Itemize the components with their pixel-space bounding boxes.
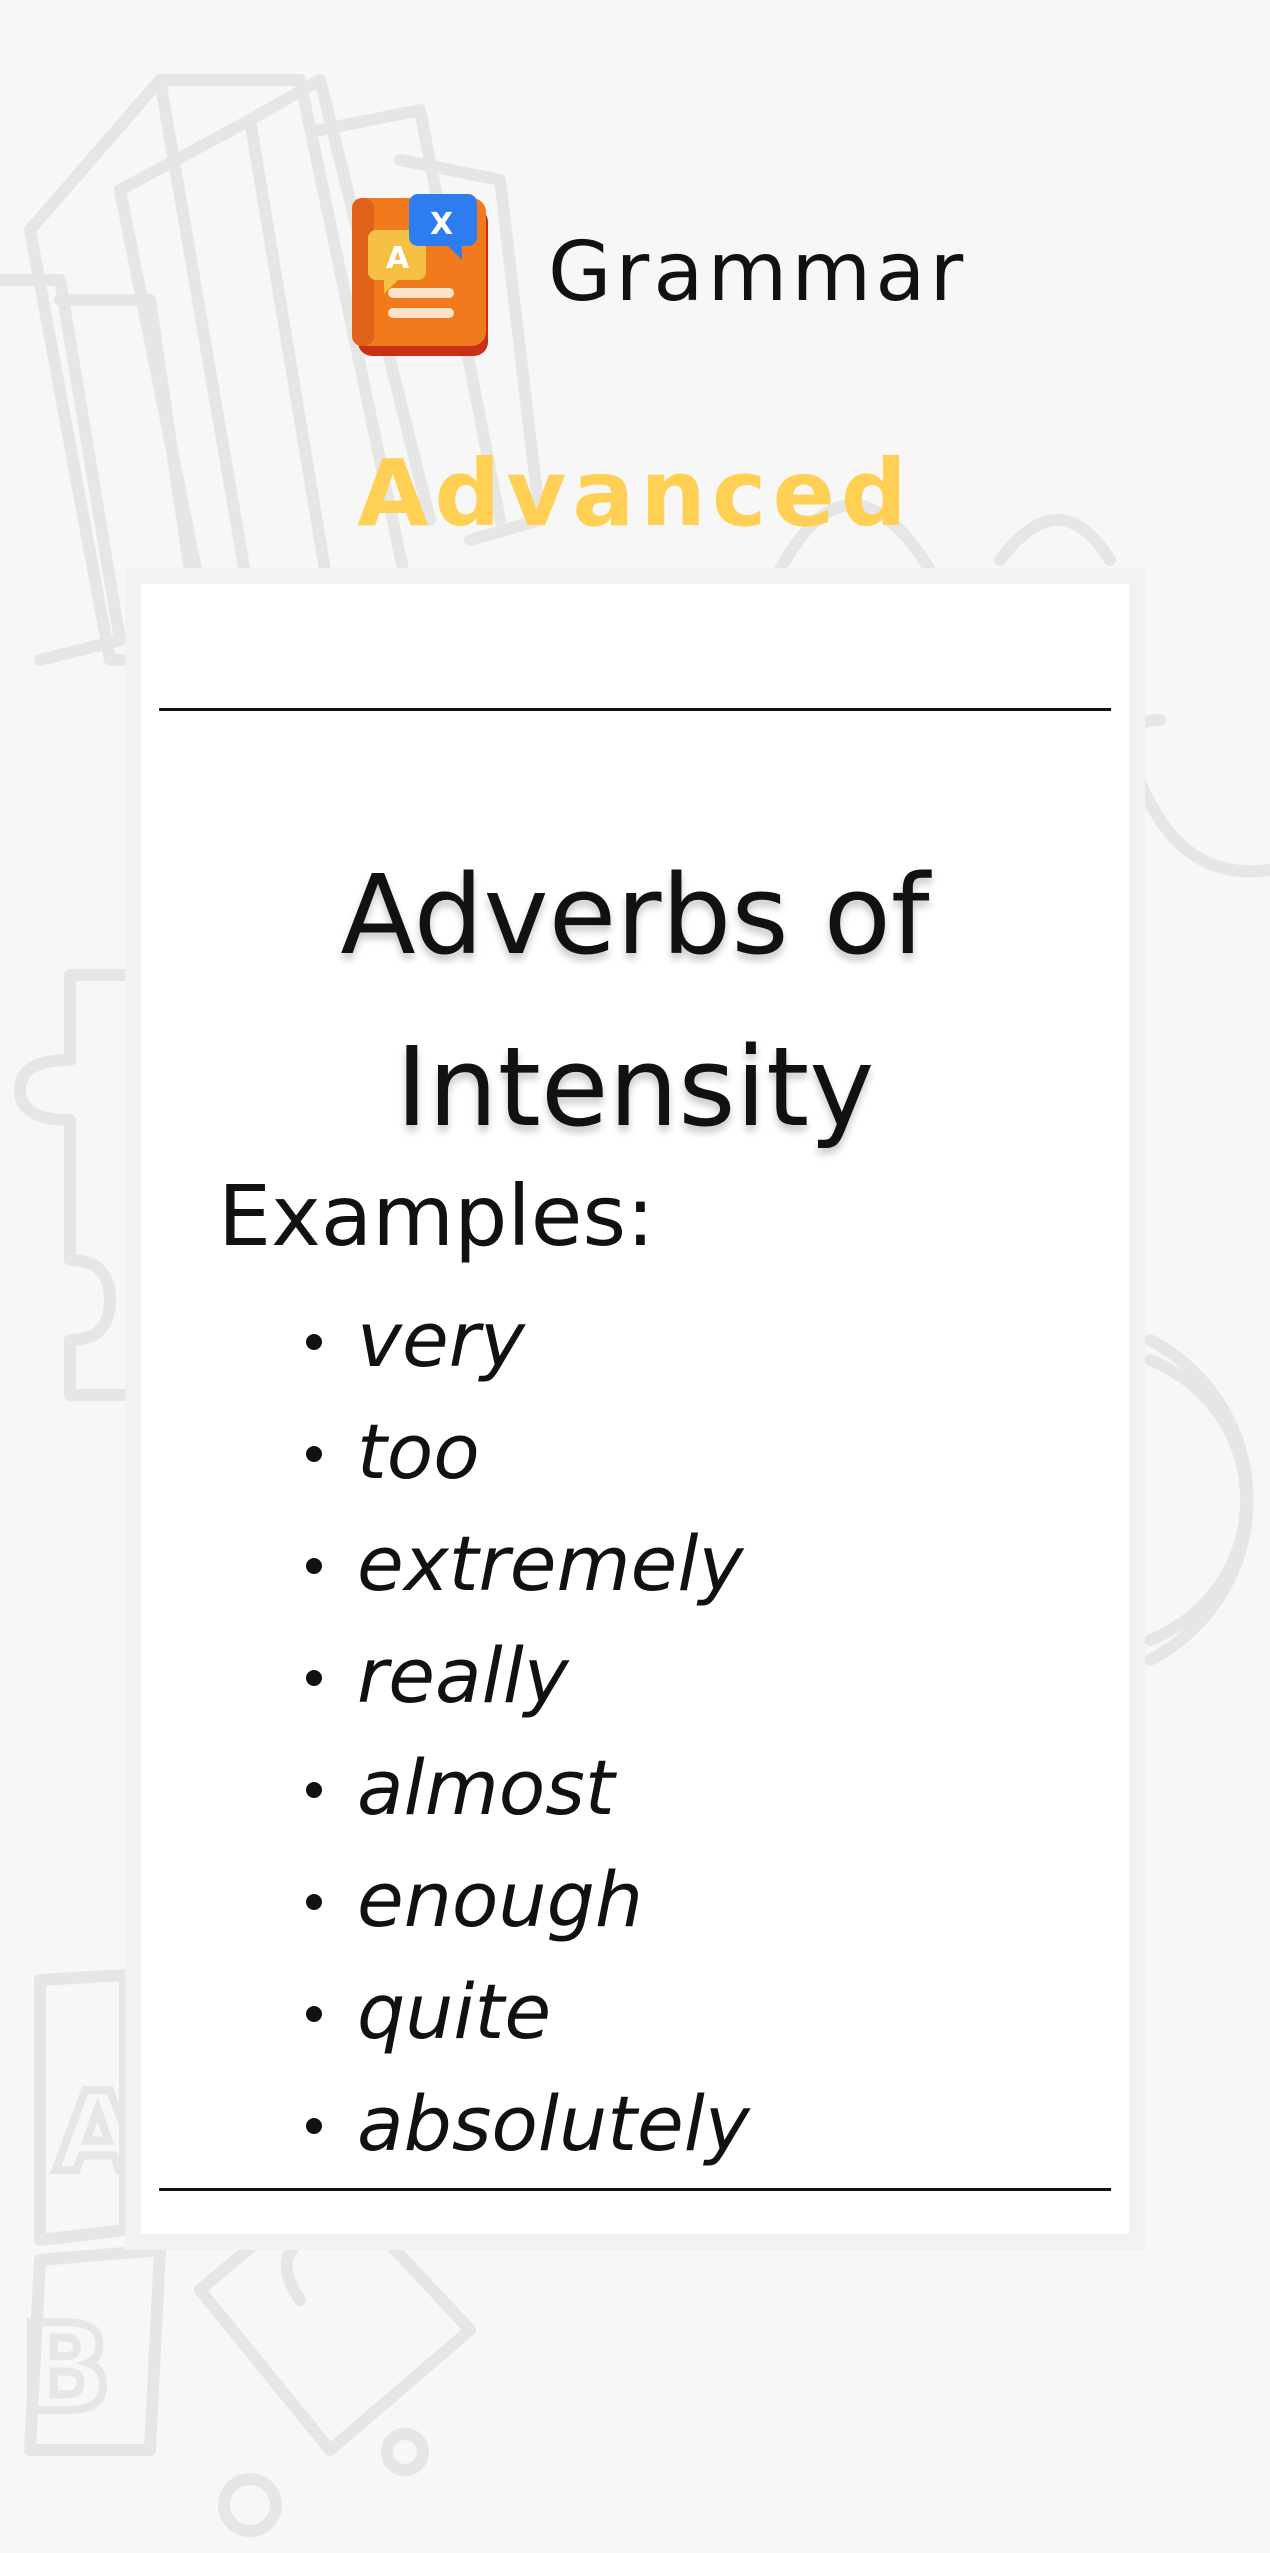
- puzzle-doodle: [14, 969, 131, 1401]
- example-item: almost: [141, 1732, 750, 1844]
- svg-text:A: A: [386, 241, 410, 276]
- example-item: very: [141, 1284, 750, 1396]
- app-header: A X Grammar: [348, 188, 967, 356]
- lesson-title-line-2: Intensity: [395, 1023, 875, 1151]
- app-brand-title: Grammar: [548, 224, 968, 320]
- example-item: extremely: [141, 1508, 750, 1620]
- lesson-card: Adverbs of Intensity Examples: very too …: [125, 568, 1145, 2250]
- example-item: too: [141, 1396, 750, 1508]
- svg-text:B: B: [20, 2300, 111, 2439]
- grammar-book-translate-icon: A X: [352, 194, 488, 356]
- example-item: enough: [141, 1844, 750, 1956]
- example-item: quite: [141, 1956, 750, 2068]
- examples-list: very too extremely really almost enough …: [141, 1284, 750, 2180]
- lesson-title-line-1: Adverbs of: [340, 851, 930, 979]
- lesson-title: Adverbs of Intensity: [141, 829, 1129, 1173]
- bottom-divider: [159, 2188, 1111, 2191]
- top-divider: [159, 708, 1111, 711]
- example-item: really: [141, 1620, 750, 1732]
- circle-doodle: [1144, 1354, 1253, 1646]
- svg-text:X: X: [430, 207, 453, 242]
- level-label: Advanced: [357, 440, 913, 547]
- example-item: absolutely: [141, 2068, 750, 2180]
- examples-heading: Examples:: [218, 1167, 655, 1265]
